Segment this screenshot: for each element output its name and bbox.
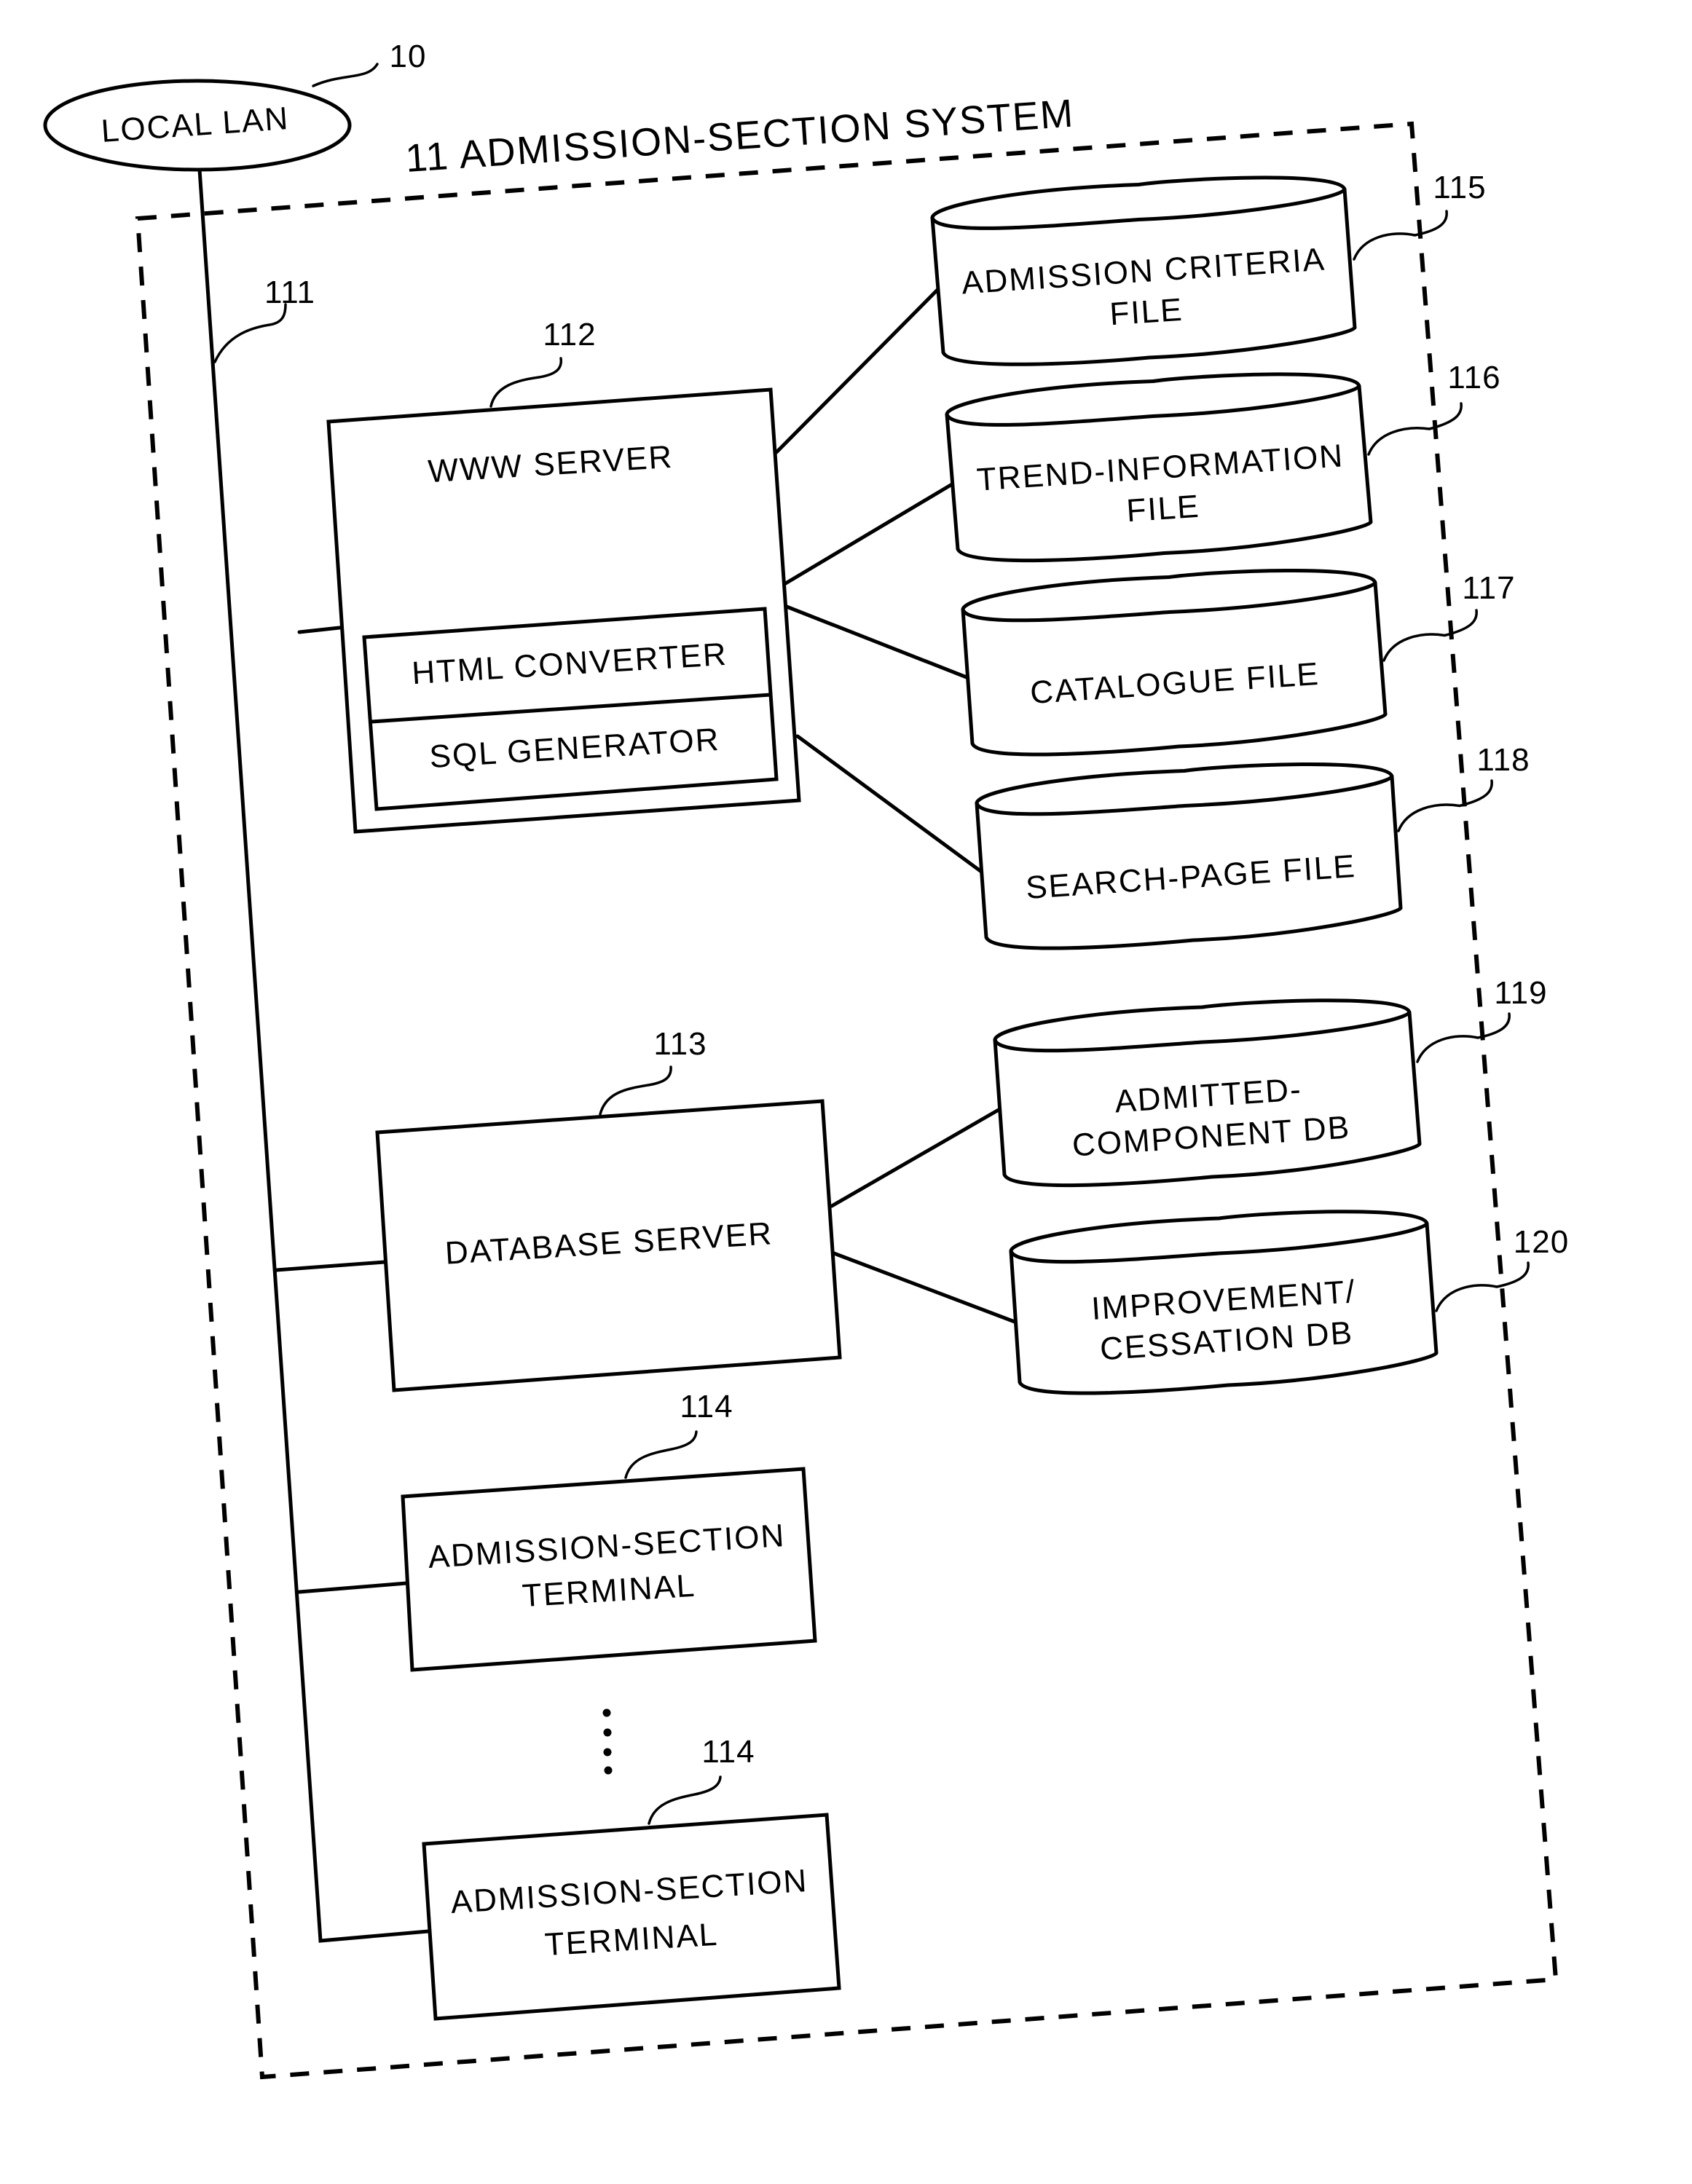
file-cylinder-117: CATALOGUE FILE117 <box>961 569 1515 757</box>
system-title: 11 ADMISSION-SECTION SYSTEM <box>404 92 1076 181</box>
db-cylinder-119: ADMITTED-COMPONENT DB119 <box>993 975 1547 1188</box>
ref-leader-119 <box>1416 1012 1511 1063</box>
ref-label-113: 113 <box>653 1026 707 1062</box>
ref-leader-114-a <box>624 1430 698 1479</box>
ellipsis-dot <box>604 1766 613 1775</box>
terminal-2: ADMISSION-SECTION TERMINAL 114 <box>422 1734 841 2021</box>
database-server: DATABASE SERVER 113 <box>375 1026 1017 1392</box>
terminal-ellipsis <box>602 1708 613 1775</box>
ellipsis-dot <box>602 1708 611 1717</box>
ref-leader-116 <box>1367 402 1463 456</box>
ref-leader-111 <box>213 303 287 363</box>
www-server: WWW SERVER HTML CONVERTER SQL GENERATOR … <box>326 317 801 834</box>
cylinder-label-line: FILE <box>1125 489 1201 529</box>
connector-118 <box>795 734 983 873</box>
ref-label-111: 111 <box>264 275 315 310</box>
storage-cylinders: ADMISSION CRITERIAFILE115TREND-INFORMATI… <box>930 170 1569 1395</box>
connector-120 <box>832 1251 1017 1324</box>
local-lan-label: LOCAL LAN <box>100 100 290 149</box>
connector-117 <box>784 604 969 679</box>
ref-leader-117 <box>1382 609 1478 662</box>
ref-label-118: 118 <box>1476 742 1530 778</box>
bus-link-www-server <box>297 626 342 634</box>
system-block-diagram: LOCAL LAN 10 11 ADMISSION-SECTION SYSTEM… <box>43 39 1569 2080</box>
terminal-1: ADMISSION-SECTION TERMINAL 114 <box>401 1389 817 1672</box>
ellipsis-dot <box>603 1728 612 1737</box>
ref-label-116: 116 <box>1447 360 1500 395</box>
ref-label-120: 120 <box>1514 1224 1569 1260</box>
cylinder-label-line: FILE <box>1109 292 1184 333</box>
ref-label-119: 119 <box>1494 975 1547 1011</box>
ref-label-10: 10 <box>390 39 427 74</box>
bus-link-terminal-1 <box>297 1581 409 1594</box>
ref-leader-115 <box>1353 210 1448 261</box>
ref-label-114-b: 114 <box>701 1734 755 1770</box>
ref-leader-118 <box>1397 779 1493 832</box>
ref-leader-112 <box>489 357 563 408</box>
ref-leader-120 <box>1435 1261 1530 1312</box>
www-file-connectors <box>774 288 983 873</box>
ref-label-117: 117 <box>1462 570 1515 606</box>
file-cylinder-116: TREND-INFORMATIONFILE116 <box>945 360 1500 563</box>
connector-119 <box>830 1108 1001 1208</box>
ellipsis-dot <box>603 1748 612 1757</box>
connector-115 <box>774 288 940 454</box>
db-cylinder-120: IMPROVEMENT/CESSATION DB120 <box>1009 1210 1569 1395</box>
file-cylinder-118: SEARCH-PAGE FILE118 <box>975 742 1530 950</box>
file-cylinder-115: ADMISSION CRITERIAFILE115 <box>930 170 1486 366</box>
ref-leader-10 <box>312 63 379 87</box>
ref-label-115: 115 <box>1433 170 1486 205</box>
ref-label-114-a: 114 <box>680 1389 733 1424</box>
ref-leader-114-b <box>648 1775 722 1825</box>
connector-116 <box>782 482 954 586</box>
ref-label-112: 112 <box>543 317 596 352</box>
ref-leader-113 <box>599 1065 672 1116</box>
local-lan-node: LOCAL LAN 10 <box>43 39 427 172</box>
bus-link-database-server <box>275 1260 387 1272</box>
